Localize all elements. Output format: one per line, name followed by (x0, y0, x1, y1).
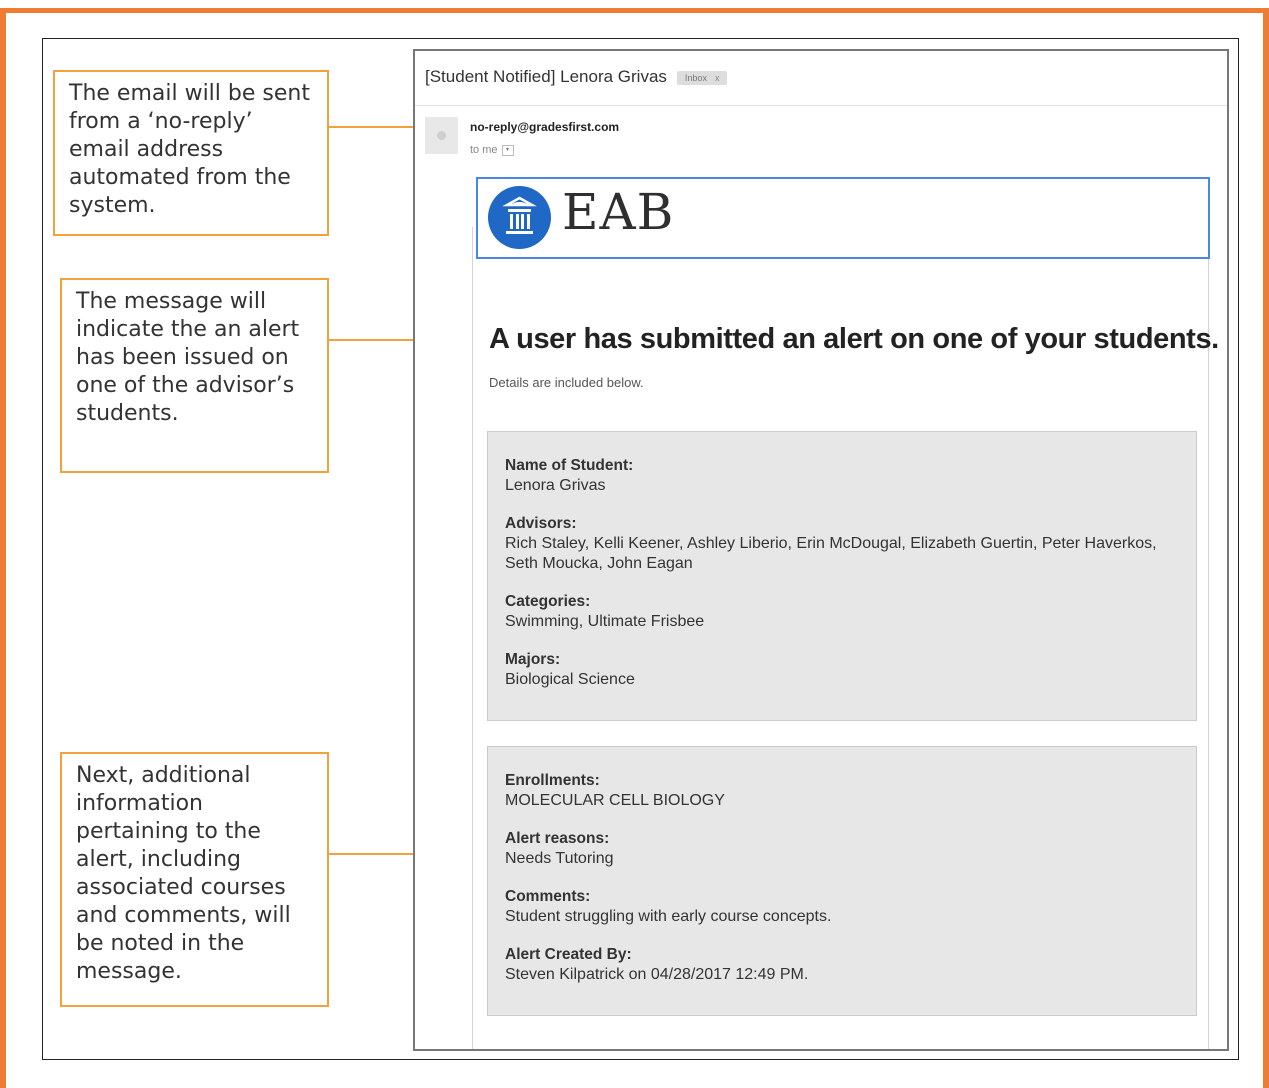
field-label: Majors: (505, 651, 561, 668)
recipient-details-dropdown-icon[interactable]: ▾ (501, 144, 514, 156)
student-details-box: Name of Student: Lenora Grivas Advisors:… (487, 431, 1197, 721)
field-label: Alert Created By: (505, 946, 632, 963)
field-alert-created-by: Alert Created By: Steven Kilpatrick on 0… (505, 945, 1180, 985)
callout-sender: The email will be sent from a ‘no-reply’… (53, 70, 329, 236)
eab-building-icon (502, 196, 537, 234)
field-student-name: Name of Student: Lenora Grivas (505, 456, 1180, 496)
subject-divider (415, 105, 1227, 106)
field-value: Biological Science (505, 671, 635, 688)
email-window: [Student Notified] Lenora Grivas Inbox x n… (413, 49, 1229, 1051)
field-label: Categories: (505, 593, 591, 610)
email-subject-row: [Student Notified] Lenora Grivas Inbox x (425, 67, 728, 87)
field-value: Student struggling with early course con… (505, 908, 832, 925)
recipient-line: to me ▾ (470, 144, 514, 156)
callout-details-text: Next, additional information pertaining … (76, 763, 291, 984)
field-alert-reasons: Alert reasons: Needs Tutoring (505, 829, 1180, 869)
field-value: Swimming, Ultimate Frisbee (505, 613, 705, 630)
details-intro: Details are included below. (489, 375, 644, 390)
sender-avatar (425, 117, 458, 154)
field-label: Alert reasons: (505, 830, 610, 847)
field-label: Advisors: (505, 515, 577, 532)
recipient-text: to me (470, 144, 498, 156)
field-majors: Majors: Biological Science (505, 650, 1180, 690)
field-value: MOLECULAR CELL BIOLOGY (505, 792, 725, 809)
field-value: Lenora Grivas (505, 477, 606, 494)
callout-sender-text: The email will be sent from a ‘no-reply’… (69, 81, 310, 218)
callout-message-text: The message will indicate the an alert h… (76, 289, 300, 426)
callout-details: Next, additional information pertaining … (60, 752, 329, 1007)
field-value: Rich Staley, Kelli Keener, Ashley Liberi… (505, 535, 1157, 572)
field-label: Comments: (505, 888, 591, 905)
email-subject: [Student Notified] Lenora Grivas (425, 67, 667, 86)
callout-message: The message will indicate the an alert h… (60, 278, 329, 473)
eab-wordmark: EAB (562, 183, 675, 241)
field-advisors: Advisors: Rich Staley, Kelli Keener, Ash… (505, 514, 1180, 574)
field-enrollments: Enrollments: MOLECULAR CELL BIOLOGY (505, 771, 1180, 811)
field-categories: Categories: Swimming, Ultimate Frisbee (505, 592, 1180, 632)
remove-label-icon[interactable]: x (715, 73, 720, 83)
field-comments: Comments: Student struggling with early … (505, 887, 1180, 927)
sender-address[interactable]: no-reply@gradesfirst.com (470, 120, 619, 134)
inbox-label-tag[interactable]: Inbox x (676, 70, 728, 85)
eab-header-banner: EAB (476, 177, 1210, 259)
alert-headline: A user has submitted an alert on one of … (489, 323, 1219, 355)
field-value: Steven Kilpatrick on 04/28/2017 12:49 PM… (505, 966, 809, 983)
field-label: Enrollments: (505, 772, 600, 789)
field-value: Needs Tutoring (505, 850, 614, 867)
eab-logo-icon (488, 186, 551, 249)
field-label: Name of Student: (505, 457, 634, 474)
inbox-label-text: Inbox (684, 72, 707, 83)
email-body-left-border (472, 227, 473, 1049)
alert-details-box: Enrollments: MOLECULAR CELL BIOLOGY Aler… (487, 746, 1197, 1016)
